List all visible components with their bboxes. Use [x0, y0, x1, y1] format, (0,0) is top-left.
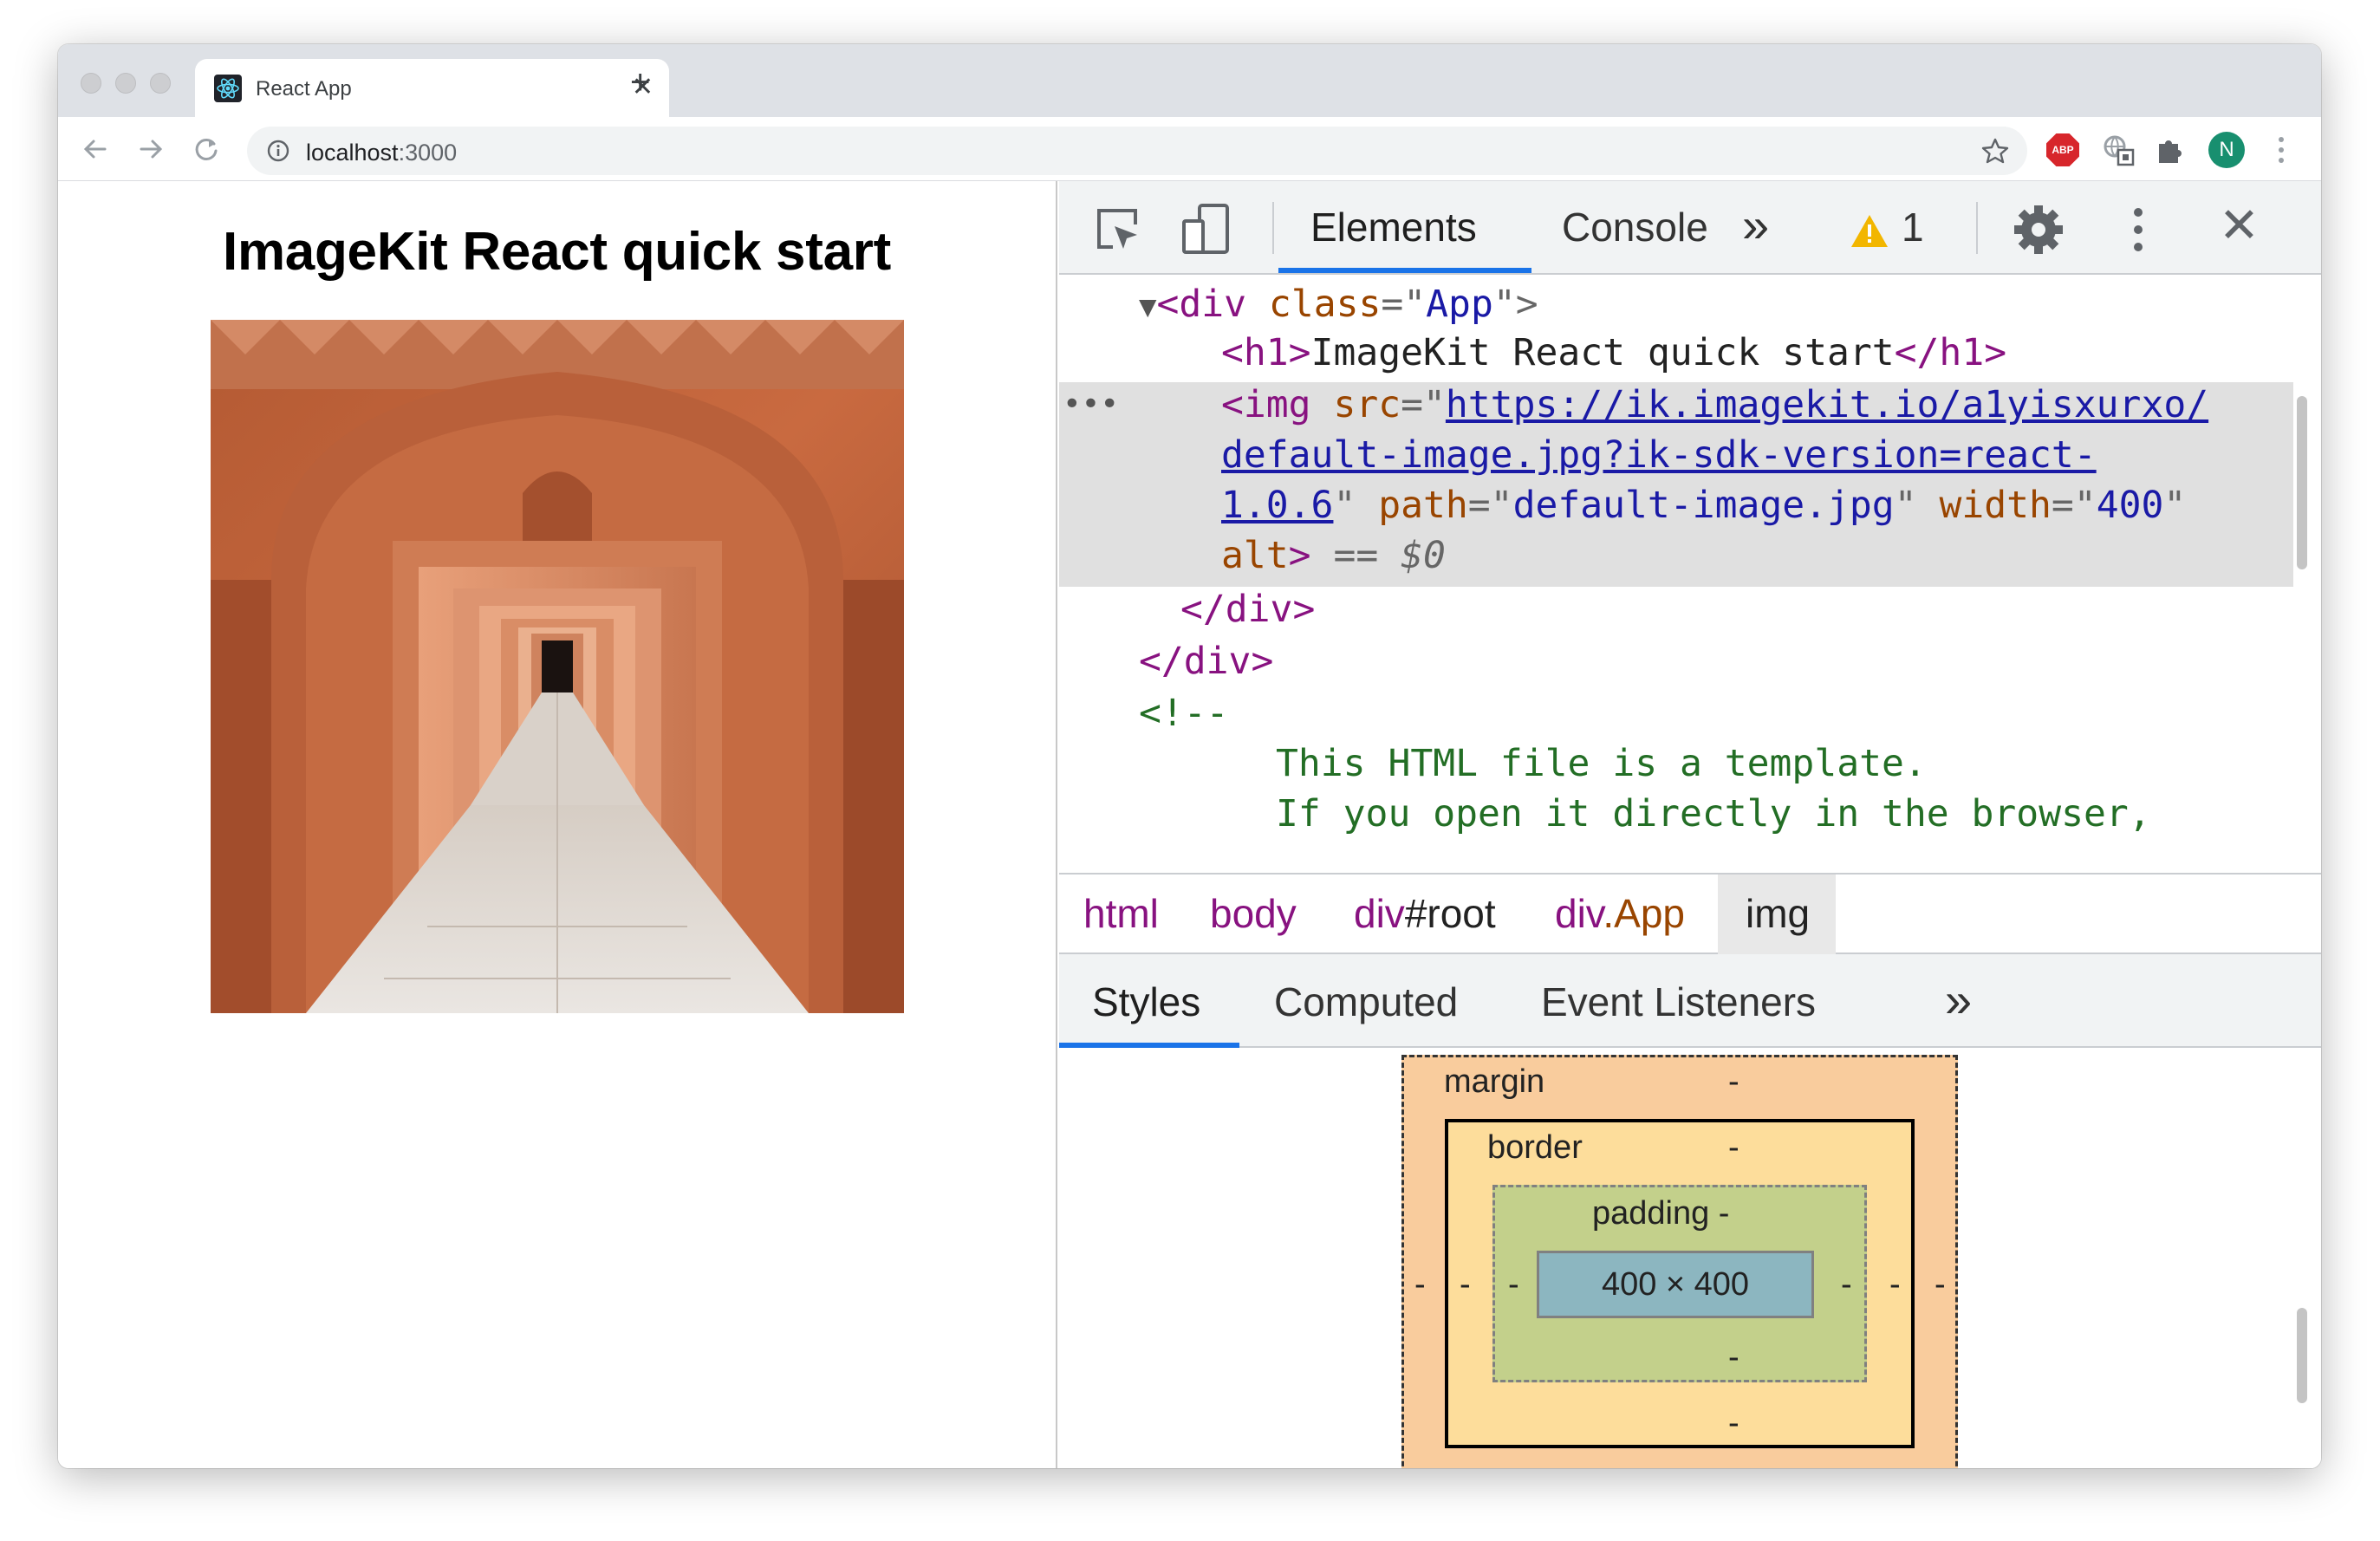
margin-left-value[interactable]: - — [1414, 1266, 1426, 1304]
close-devtools-icon[interactable]: ✕ — [2219, 197, 2260, 254]
breadcrumb-body[interactable]: body — [1210, 890, 1297, 937]
extensions-puzzle-icon[interactable] — [2154, 133, 2187, 166]
settings-gear-icon[interactable] — [2013, 204, 2065, 256]
margin-label: margin — [1444, 1063, 1545, 1100]
breadcrumb-app[interactable]: div.App — [1555, 890, 1685, 937]
box-model-content[interactable]: 400 × 400 — [1537, 1251, 1814, 1318]
tab-title: React App — [256, 77, 352, 101]
styles-scrollbar[interactable] — [2297, 1308, 2307, 1403]
minimize-window-button[interactable] — [115, 73, 136, 94]
dom-comment-text: This HTML file is a template. — [1276, 742, 1927, 785]
tab-react-app[interactable]: React App ✕ — [195, 59, 669, 117]
margin-right-value[interactable]: - — [1935, 1266, 1946, 1304]
collapse-triangle-icon[interactable]: ▼ — [1139, 289, 1156, 324]
dom-node-div-close[interactable]: </div> — [1180, 585, 1315, 634]
bookmark-star-icon[interactable] — [1980, 136, 2010, 166]
dom-node-img-cont[interactable]: default-image.jpg?ik-sdk-version=react- — [1221, 431, 2097, 479]
warning-count[interactable]: 1 — [1902, 204, 1924, 250]
box-model-diagram: 400 × 400 margin - - - border - - - - pa… — [1059, 1048, 2321, 1468]
back-arrow-icon[interactable] — [79, 133, 112, 166]
tab-strip: React App ✕ + — [58, 44, 2321, 117]
tab-computed[interactable]: Computed — [1274, 979, 1458, 1025]
device-toolbar-icon[interactable] — [1180, 202, 1232, 256]
url-text[interactable]: localhost:3000 — [306, 140, 457, 166]
node-actions-icon[interactable]: ••• — [1063, 380, 1119, 429]
padding-label: padding - — [1592, 1195, 1730, 1232]
border-label: border — [1487, 1129, 1583, 1166]
dom-node-comment[interactable]: <!-- — [1139, 689, 1229, 738]
more-tabs-chevron-icon[interactable]: » — [1742, 197, 1769, 253]
dom-node-img[interactable]: <img src="https://ik.imagekit.io/a1yisxu… — [1221, 380, 2208, 429]
toolbar-separator — [1272, 202, 1274, 254]
reload-icon[interactable] — [190, 133, 223, 166]
page-heading: ImageKit React quick start — [223, 222, 891, 282]
adblock-plus-icon[interactable]: ABP — [2046, 133, 2079, 166]
border-bottom-value[interactable]: - — [1728, 1405, 1739, 1442]
active-tab-indicator — [1278, 268, 1531, 273]
translate-extension-icon[interactable] — [2102, 133, 2135, 166]
dom-comment-text: If you open it directly in the browser, — [1276, 792, 2151, 836]
info-icon[interactable] — [266, 139, 290, 163]
breadcrumb-root[interactable]: div#root — [1354, 890, 1496, 937]
content-size: 400 × 400 — [1601, 1265, 1750, 1303]
padding-bottom-value[interactable]: - — [1728, 1339, 1739, 1376]
styles-subtabs: Styles Computed Event Listeners » — [1059, 954, 2321, 1048]
tab-console[interactable]: Console — [1562, 204, 1708, 250]
dom-tree: ••• ▼<div class="App"> <h1>ImageKit Reac… — [1059, 275, 2321, 873]
devtools-toolbar: Elements Console » 1 ✕ — [1059, 181, 2321, 275]
padding-right-value[interactable]: - — [1841, 1266, 1852, 1304]
tab-event-listeners[interactable]: Event Listeners — [1541, 979, 1816, 1025]
profile-avatar[interactable]: N — [2208, 132, 2245, 168]
dom-node-h1[interactable]: <h1>ImageKit React quick start</h1> — [1221, 328, 2006, 377]
padding-left-value[interactable]: - — [1508, 1266, 1519, 1304]
img-src-link[interactable]: https://ik.imagekit.io/a1yisxurxo/ — [1446, 383, 2208, 426]
tab-styles[interactable]: Styles — [1092, 979, 1200, 1025]
browser-menu-icon[interactable] — [2277, 133, 2286, 167]
browser-window: React App ✕ + localhost:3000 ABP N Image… — [58, 44, 2321, 1468]
border-right-value[interactable]: - — [1889, 1266, 1901, 1304]
border-left-value[interactable]: - — [1460, 1266, 1471, 1304]
dom-node-img-cont[interactable]: 1.0.6" path="default-image.jpg" width="4… — [1221, 481, 2186, 530]
toolbar-separator — [1976, 202, 1978, 254]
breadcrumb: html body div#root div.App img — [1059, 873, 2321, 954]
dom-node-div-close[interactable]: </div> — [1139, 637, 1273, 686]
dom-scrollbar[interactable] — [2297, 396, 2307, 569]
breadcrumb-img[interactable]: img — [1746, 890, 1810, 937]
border-top-value[interactable]: - — [1728, 1129, 1739, 1167]
margin-top-value[interactable]: - — [1728, 1063, 1739, 1101]
inspect-element-icon[interactable] — [1092, 204, 1142, 254]
tab-elements[interactable]: Elements — [1310, 204, 1477, 250]
breadcrumb-html[interactable]: html — [1083, 890, 1159, 937]
browser-toolbar: localhost:3000 ABP N — [58, 117, 2321, 181]
hallway-photo — [211, 320, 904, 1013]
address-bar[interactable]: localhost:3000 — [247, 127, 2027, 175]
zoom-window-button[interactable] — [150, 73, 171, 94]
forward-arrow-icon[interactable] — [134, 133, 167, 166]
dom-node-div-app[interactable]: ▼<div class="App"> — [1139, 280, 1538, 331]
more-subtabs-chevron-icon[interactable]: » — [1945, 972, 1972, 1028]
dom-node-img-cont[interactable]: alt> == $0 — [1221, 531, 1446, 580]
new-tab-button[interactable]: + — [630, 65, 650, 100]
react-logo-icon — [214, 75, 242, 102]
selected-node-marker: $0 — [1401, 534, 1446, 577]
warning-icon[interactable] — [1850, 212, 1889, 249]
page-viewport: ImageKit React quick start — [58, 181, 1057, 1468]
close-window-button[interactable] — [81, 73, 101, 94]
devtools-panel: Elements Console » 1 ✕ ••• ▼<div class="… — [1059, 181, 2321, 1468]
devtools-menu-icon[interactable] — [2132, 205, 2144, 254]
